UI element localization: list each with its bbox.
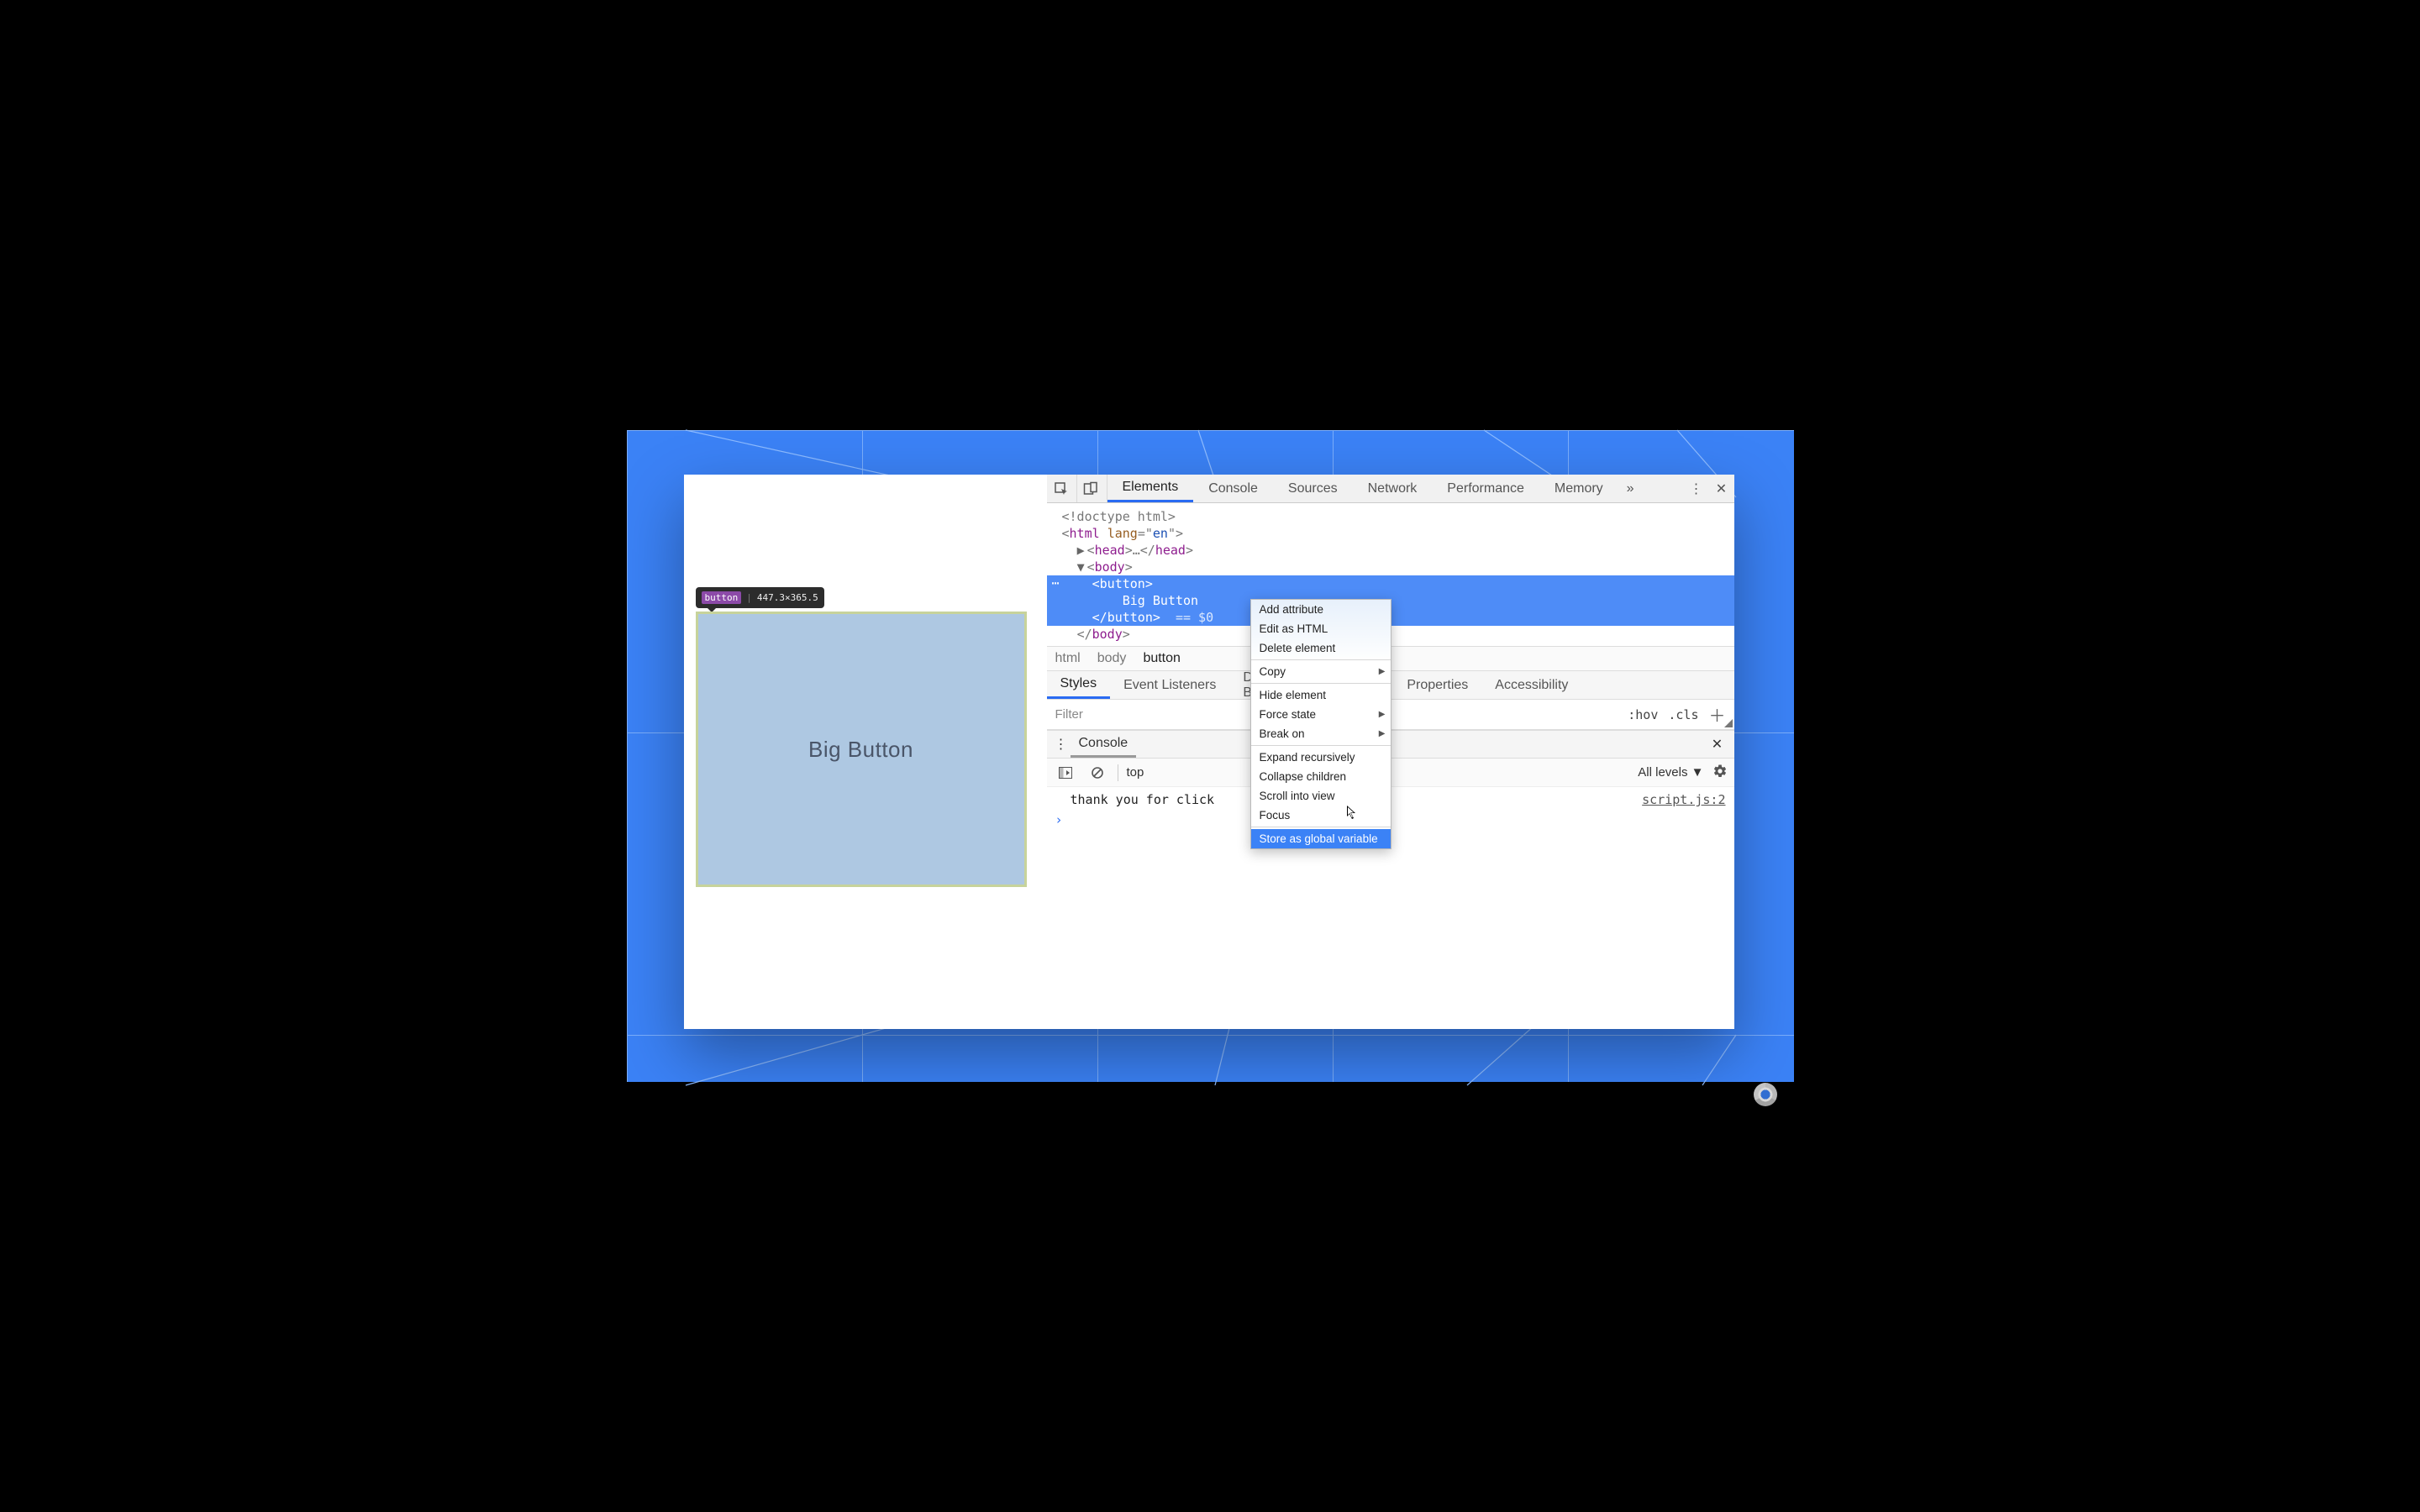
console-context-select[interactable]: top: [1127, 765, 1144, 780]
ctx-force-state[interactable]: Force state: [1251, 705, 1391, 724]
big-button-label: Big Button: [808, 737, 913, 763]
ctx-collapse-children[interactable]: Collapse children: [1251, 767, 1391, 786]
subtab-properties[interactable]: Properties: [1393, 671, 1481, 699]
inspect-icon[interactable]: [1047, 475, 1077, 502]
subtab-accessibility[interactable]: Accessibility: [1481, 671, 1581, 699]
cls-toggle[interactable]: .cls: [1668, 707, 1698, 722]
context-menu: Add attribute Edit as HTML Delete elemen…: [1250, 599, 1392, 849]
inspect-dimensions: 447.3×365.5: [757, 593, 818, 602]
hov-toggle[interactable]: :hov: [1628, 707, 1658, 722]
chrome-logo-icon: [1754, 1083, 1777, 1106]
close-icon[interactable]: ✕: [1709, 475, 1734, 502]
ctx-break-on[interactable]: Break on: [1251, 724, 1391, 743]
cursor-icon: [1347, 806, 1357, 819]
tab-network[interactable]: Network: [1353, 475, 1433, 502]
crumb-html[interactable]: html: [1055, 651, 1081, 666]
ctx-focus[interactable]: Focus: [1251, 806, 1391, 825]
subtab-styles[interactable]: Styles: [1047, 671, 1111, 699]
kebab-menu-icon[interactable]: ⋮: [1684, 475, 1709, 502]
styles-filter-input[interactable]: Filter: [1055, 707, 1083, 722]
code-html-open[interactable]: <html lang="en">: [1047, 525, 1734, 542]
code-body-open[interactable]: ▼<body>: [1047, 559, 1734, 575]
console-settings-icon[interactable]: [1712, 764, 1728, 782]
devtools-tabs: Elements Console Sources Network Perform…: [1107, 475, 1643, 502]
resize-corner-icon[interactable]: [1724, 719, 1733, 727]
app-window: button | 447.3×365.5 Big Button Elements…: [684, 475, 1734, 1029]
drawer-kebab-icon[interactable]: ⋮: [1052, 736, 1071, 753]
console-levels-select[interactable]: All levels ▼: [1638, 765, 1703, 780]
slide: button | 447.3×365.5 Big Button Elements…: [627, 391, 1794, 1121]
tab-sources[interactable]: Sources: [1273, 475, 1353, 502]
console-drawer-tab[interactable]: Console: [1071, 731, 1137, 758]
code-doctype[interactable]: <!doctype html>: [1047, 508, 1734, 525]
console-sidebar-toggle-icon[interactable]: [1054, 763, 1077, 783]
console-log-message: thank you for click: [1071, 792, 1215, 807]
devtools-topbar: Elements Console Sources Network Perform…: [1047, 475, 1734, 503]
big-button[interactable]: Big Button: [696, 612, 1027, 887]
ctx-delete-element[interactable]: Delete element: [1251, 638, 1391, 658]
ctx-edit-as-html[interactable]: Edit as HTML: [1251, 619, 1391, 638]
ctx-expand-recursively[interactable]: Expand recursively: [1251, 748, 1391, 767]
device-toggle-icon[interactable]: [1077, 475, 1107, 502]
tab-performance[interactable]: Performance: [1432, 475, 1539, 502]
tabs-overflow-icon[interactable]: »: [1618, 475, 1643, 502]
console-log-source[interactable]: script.js:2: [1642, 792, 1725, 807]
tab-memory[interactable]: Memory: [1539, 475, 1618, 502]
ctx-add-attribute[interactable]: Add attribute: [1251, 600, 1391, 619]
clear-console-icon[interactable]: [1086, 763, 1109, 783]
selection-gutter-icon: ⋯: [1047, 575, 1065, 591]
ctx-scroll-into-view[interactable]: Scroll into view: [1251, 786, 1391, 806]
ctx-store-as-global-variable[interactable]: Store as global variable: [1251, 829, 1391, 848]
page-preview-pane: button | 447.3×365.5 Big Button: [684, 475, 1047, 1029]
ctx-copy[interactable]: Copy: [1251, 662, 1391, 681]
ctx-hide-element[interactable]: Hide element: [1251, 685, 1391, 705]
tab-elements[interactable]: Elements: [1107, 475, 1194, 502]
inspect-tooltip: button | 447.3×365.5: [696, 587, 824, 608]
new-style-rule-icon[interactable]: ＋: [1709, 702, 1726, 727]
crumb-button[interactable]: button: [1143, 651, 1180, 666]
inspect-tag-name: button: [702, 591, 742, 604]
tab-console[interactable]: Console: [1193, 475, 1273, 502]
crumb-body[interactable]: body: [1097, 651, 1127, 666]
drawer-close-icon[interactable]: ✕: [1706, 736, 1729, 753]
subtab-event-listeners[interactable]: Event Listeners: [1110, 671, 1229, 699]
code-head[interactable]: ▶<head>…</head>: [1047, 542, 1734, 559]
